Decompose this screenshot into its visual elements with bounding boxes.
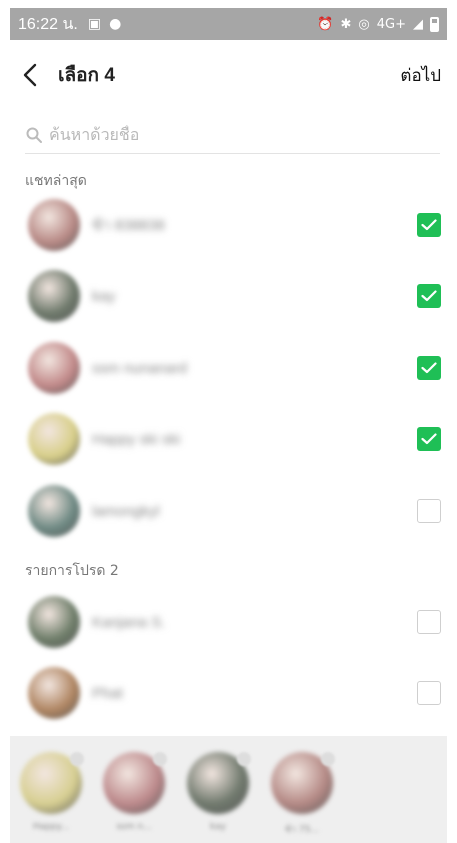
header: เลือก 4 ต่อไป <box>10 50 447 100</box>
line-app-icon: ● <box>109 16 122 32</box>
avatar <box>28 596 80 648</box>
contact-name: ssm nunanard <box>92 359 188 377</box>
search-input[interactable] <box>49 125 429 144</box>
selected-contact[interactable]: ssm n... <box>101 752 167 832</box>
selected-contact-name: Happy... <box>32 822 70 832</box>
alarm-icon: ⏰ <box>317 16 334 32</box>
bluetooth-icon: ✱ <box>340 16 352 32</box>
contact-row[interactable]: Phat <box>10 661 447 725</box>
status-time: 16:22 น. <box>18 15 78 33</box>
contact-row[interactable]: ssm nunanard <box>10 336 447 400</box>
avatar <box>28 342 80 394</box>
avatar <box>28 485 80 537</box>
avatar <box>28 270 80 322</box>
contact-row[interactable]: Happy ski ski <box>10 407 447 471</box>
checkbox-unchecked[interactable] <box>417 610 441 634</box>
contact-row[interactable]: Kanjana S. <box>10 590 447 654</box>
checkbox-unchecked[interactable] <box>417 499 441 523</box>
avatar <box>28 413 80 465</box>
remove-icon[interactable] <box>237 752 251 766</box>
avatar <box>28 667 80 719</box>
signal-icon: ◢ <box>413 16 423 32</box>
remove-icon[interactable] <box>321 752 335 766</box>
remove-icon[interactable] <box>153 752 167 766</box>
contact-row[interactable]: kay <box>10 264 447 328</box>
search-icon <box>26 127 42 143</box>
selected-contact-name: ssm n... <box>116 822 152 832</box>
remove-icon[interactable] <box>70 752 84 766</box>
contact-name: Kanjana S. <box>92 613 166 631</box>
hotspot-icon: ◎ <box>358 16 370 32</box>
status-bar: 16:22 น. ▣ ● ⏰ ✱ ◎ 4G+ ◢ <box>10 8 447 40</box>
section-favorites-label: รายการโปรด 2 <box>25 563 119 579</box>
selected-contact[interactable]: Happy... <box>18 752 84 832</box>
page-title: เลือก 4 <box>58 65 115 86</box>
section-recent-label: แชทล่าสุด <box>25 173 87 189</box>
back-arrow-icon[interactable] <box>10 55 50 95</box>
avatar <box>28 199 80 251</box>
contact-name: Happy ski ski <box>92 430 181 448</box>
checkbox-checked[interactable] <box>417 356 441 380</box>
checkbox-checked[interactable] <box>417 427 441 451</box>
network-type: 4G+ <box>376 16 406 32</box>
contact-row[interactable]: ซ้า 838838 <box>10 193 447 257</box>
contact-name: ซ้า 838838 <box>92 217 165 234</box>
selected-contact-name: ซ้า 75... <box>284 825 320 835</box>
battery-icon <box>430 16 439 32</box>
selected-contact[interactable]: ซ้า 75... <box>269 752 335 836</box>
contact-name: kay <box>92 287 116 305</box>
contact-name: Phat <box>92 684 123 702</box>
status-icons: ⏰ ✱ ◎ 4G+ ◢ <box>317 16 439 32</box>
contact-row[interactable]: lamongkyl <box>10 479 447 543</box>
selected-tray: Happy... ssm n... kay ซ้า 75... <box>10 736 447 843</box>
gallery-icon: ▣ <box>87 16 102 32</box>
checkbox-checked[interactable] <box>417 213 441 237</box>
next-button[interactable]: ต่อไป <box>400 62 447 89</box>
search-bar <box>25 116 440 154</box>
selected-contact[interactable]: kay <box>185 752 251 832</box>
checkbox-checked[interactable] <box>417 284 441 308</box>
selected-contact-name: kay <box>210 822 226 832</box>
contact-name: lamongkyl <box>92 502 160 520</box>
checkbox-unchecked[interactable] <box>417 681 441 705</box>
